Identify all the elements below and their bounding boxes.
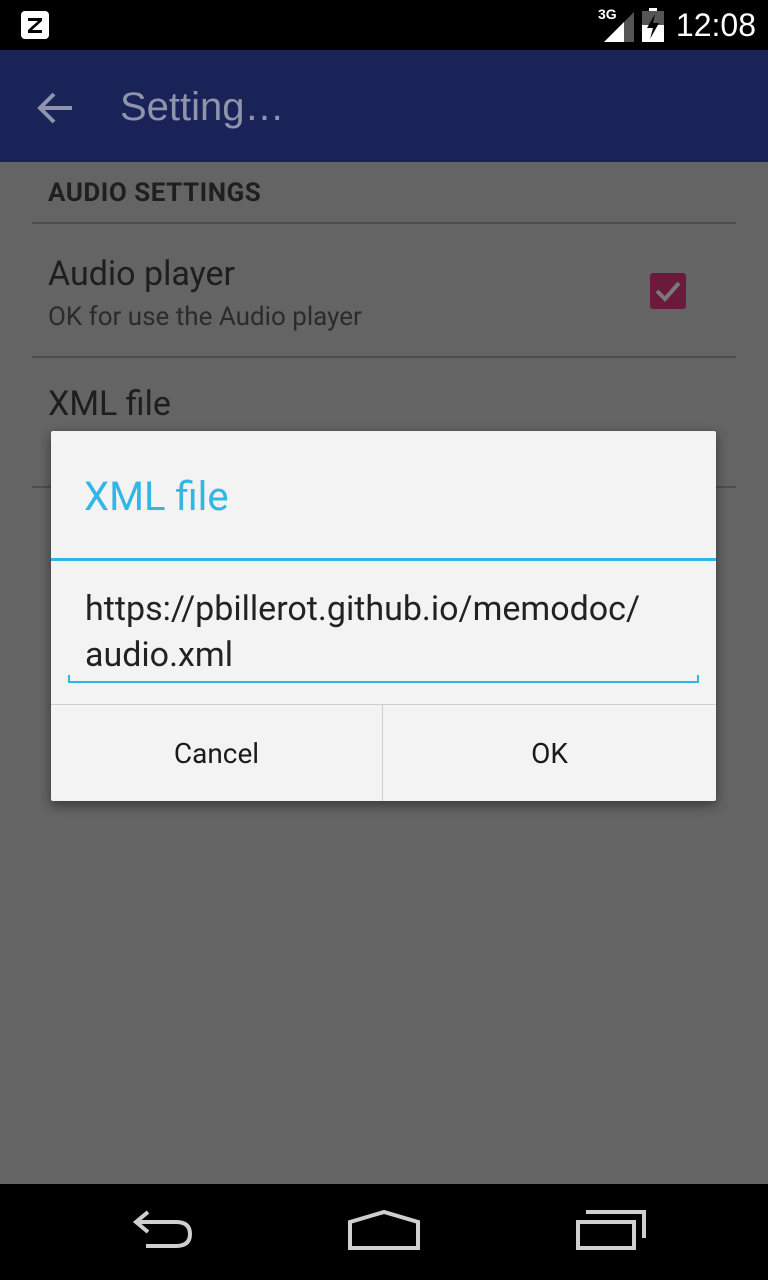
battery-charging-icon xyxy=(642,8,664,42)
app-bar: Setting… xyxy=(0,50,768,162)
nav-recents-icon[interactable] xyxy=(572,1208,652,1256)
section-header-audio: AUDIO SETTINGS xyxy=(48,178,262,208)
xml-file-dialog: XML file https://pbillerot.github.io/mem… xyxy=(51,431,716,801)
dialog-title: XML file xyxy=(84,473,229,520)
notification-z-icon xyxy=(21,11,49,39)
clock: 12:08 xyxy=(675,7,756,43)
nav-back-icon[interactable] xyxy=(120,1208,200,1256)
nav-home-icon[interactable] xyxy=(344,1208,424,1256)
navigation-bar xyxy=(0,1184,768,1280)
input-underline xyxy=(68,675,699,683)
pref-title: XML file xyxy=(48,384,171,424)
pref-title: Audio player xyxy=(48,254,236,294)
xml-url-input[interactable]: https://pbillerot.github.io/memodoc/ aud… xyxy=(68,586,699,690)
check-icon xyxy=(655,281,681,302)
status-bar: 3G 12:08 xyxy=(0,0,768,50)
cancel-button[interactable]: Cancel xyxy=(51,705,382,801)
audio-player-checkbox[interactable] xyxy=(650,273,686,309)
page-title: Setting… xyxy=(120,85,285,129)
signal-icon xyxy=(604,12,634,42)
item-divider xyxy=(32,356,736,358)
section-divider xyxy=(32,222,736,224)
pref-summary: OK for use the Audio player xyxy=(48,302,362,332)
ok-button[interactable]: OK xyxy=(383,705,716,801)
dialog-title-divider xyxy=(51,558,716,561)
xml-url-text[interactable]: https://pbillerot.github.io/memodoc/ aud… xyxy=(85,586,685,678)
arrow-back-icon[interactable] xyxy=(30,82,82,134)
